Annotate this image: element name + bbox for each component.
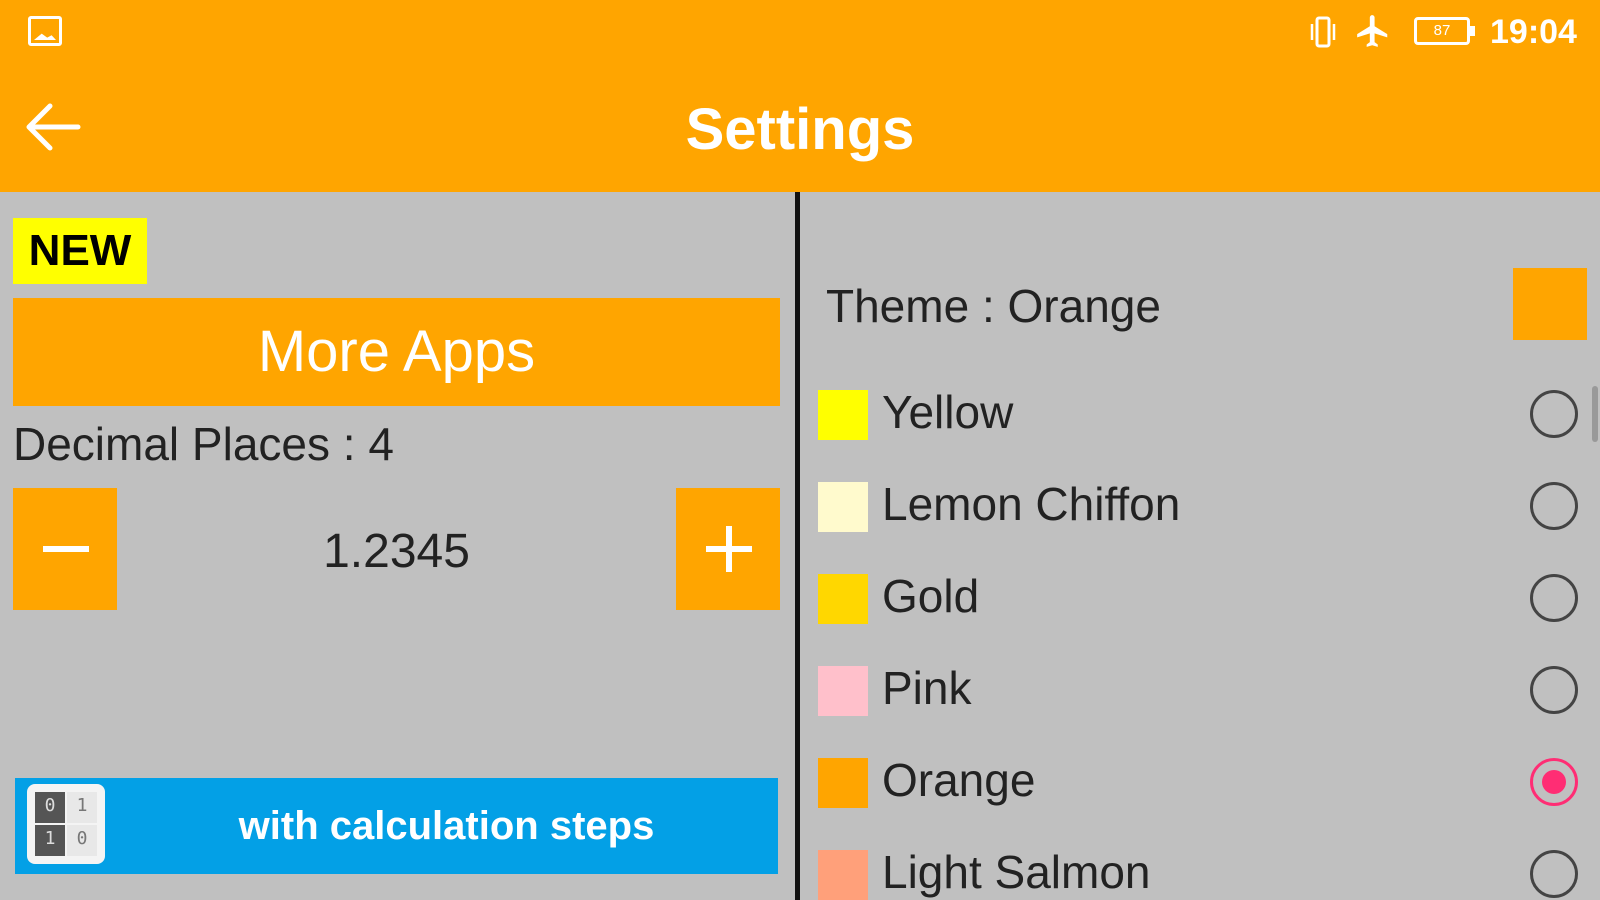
decimal-places-label: Decimal Places : 4	[13, 418, 394, 470]
binary-app-icon: 0 1 1 0	[27, 784, 105, 864]
current-theme-swatch	[1513, 268, 1587, 340]
airplane-icon	[1357, 15, 1388, 47]
theme-option-label: Yellow	[882, 386, 1014, 438]
theme-radio[interactable]	[1530, 390, 1578, 438]
theme-option-label: Pink	[882, 662, 972, 714]
clock: 19:04	[1490, 13, 1577, 51]
increase-decimal-button[interactable]	[676, 488, 780, 610]
new-badge: NEW	[13, 218, 147, 284]
theme-label: Theme : Orange	[826, 280, 1161, 332]
theme-radio[interactable]	[1530, 666, 1578, 714]
theme-option-lemon-chiffon[interactable]: Lemon Chiffon	[800, 468, 1600, 560]
back-arrow-icon[interactable]	[20, 94, 86, 160]
more-apps-button[interactable]: More Apps	[13, 298, 780, 406]
color-swatch	[818, 482, 868, 532]
status-bar: 87 19:04	[0, 0, 1600, 64]
theme-radio[interactable]	[1530, 758, 1578, 806]
vibrate-icon	[1310, 16, 1336, 48]
theme-panel: Theme : Orange Yellow Lemon Chiffon Gold…	[800, 192, 1600, 900]
promo-banner[interactable]: 0 1 1 0 with calculation steps	[15, 778, 778, 874]
app-bar: Settings	[0, 64, 1600, 192]
color-swatch	[818, 390, 868, 440]
theme-option-yellow[interactable]: Yellow	[800, 376, 1600, 468]
battery-icon: 87	[1414, 17, 1475, 45]
decimal-example-value: 1.2345	[323, 525, 470, 578]
image-icon	[28, 16, 62, 46]
theme-option-gold[interactable]: Gold	[800, 560, 1600, 652]
page-title: Settings	[685, 97, 915, 162]
theme-radio[interactable]	[1530, 850, 1578, 898]
color-swatch	[818, 758, 868, 808]
theme-option-label: Lemon Chiffon	[882, 478, 1181, 530]
promo-text: with calculation steps	[238, 804, 655, 848]
color-swatch	[818, 850, 868, 900]
color-swatch	[818, 574, 868, 624]
scroll-indicator[interactable]	[1592, 386, 1598, 442]
left-panel: NEW More Apps Decimal Places : 4 1.2345 …	[0, 192, 796, 900]
theme-option-label: Light Salmon	[882, 846, 1151, 898]
theme-radio[interactable]	[1530, 482, 1578, 530]
theme-option-label: Gold	[882, 570, 980, 622]
theme-option-label: Orange	[882, 754, 1036, 806]
color-swatch	[818, 666, 868, 716]
theme-option-pink[interactable]: Pink	[800, 652, 1600, 744]
theme-option-light-salmon[interactable]: Light Salmon	[800, 836, 1600, 900]
theme-radio[interactable]	[1530, 574, 1578, 622]
decrease-decimal-button[interactable]	[13, 488, 117, 610]
theme-option-orange[interactable]: Orange	[800, 744, 1600, 836]
